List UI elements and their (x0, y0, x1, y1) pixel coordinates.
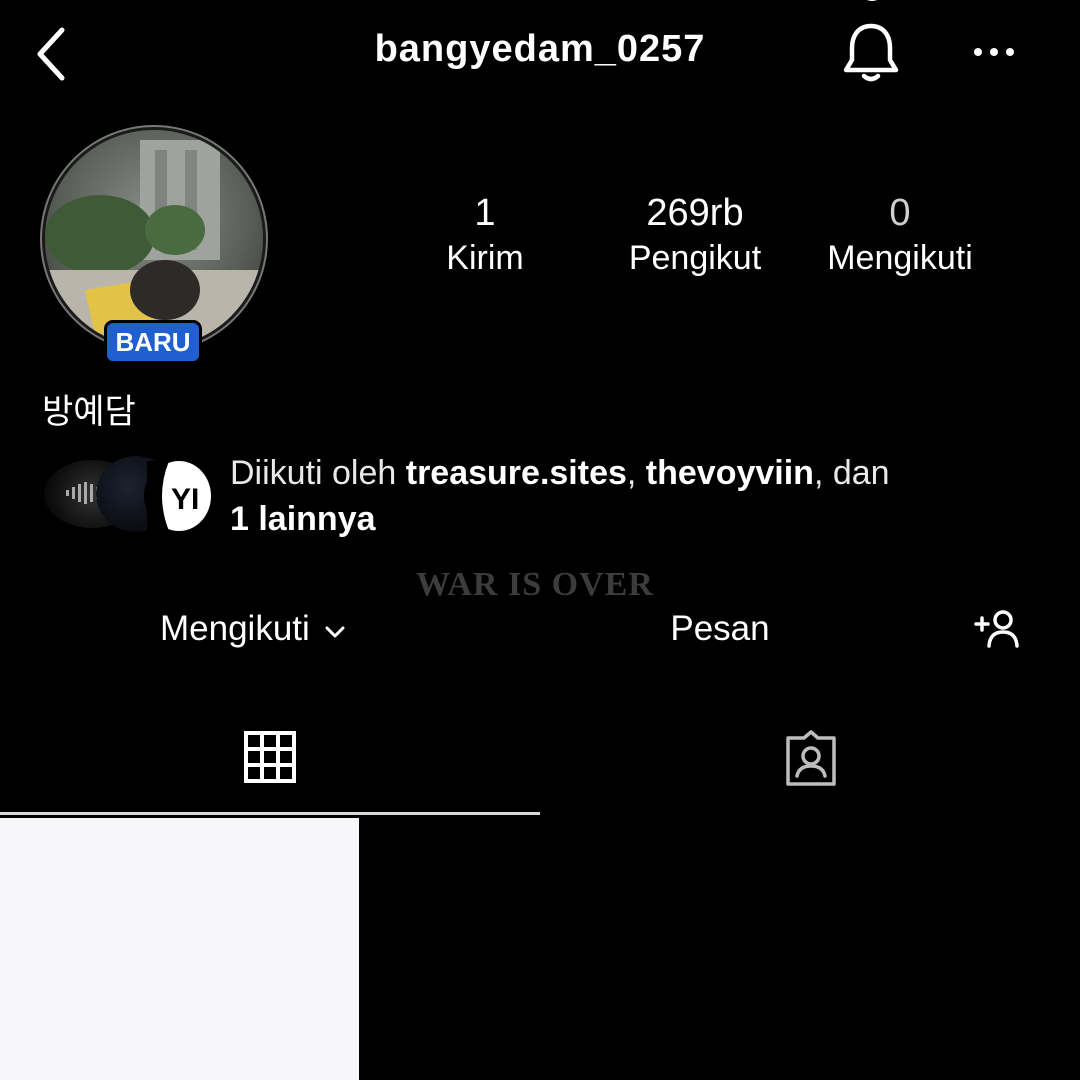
followed-by-user-1[interactable]: treasure.sites (406, 454, 627, 492)
back-icon[interactable] (30, 22, 80, 86)
follower-avatar-3[interactable]: YI (144, 458, 214, 534)
svg-text:YI: YI (171, 483, 199, 516)
profile-avatar[interactable] (45, 130, 263, 348)
followed-by-prefix: Diikuti oleh (230, 454, 406, 492)
following-button[interactable]: Mengikuti (160, 602, 380, 656)
followed-by-suffix: , dan (813, 454, 890, 492)
stat-followers[interactable]: 269rb Pengikut (600, 192, 790, 278)
stat-following[interactable]: 0 Mengikuti (800, 192, 1000, 278)
stat-following-value: 0 (889, 192, 911, 234)
active-tab-indicator (0, 812, 540, 815)
watermark-overlay-text: WAR IS OVER (416, 566, 654, 603)
display-name: 방예담 (42, 393, 136, 431)
add-user-icon[interactable] (972, 608, 1020, 648)
tagged-icon (786, 730, 836, 786)
new-badge: BARU (104, 320, 202, 364)
stat-following-label: Mengikuti (827, 239, 973, 277)
tab-posts-grid[interactable] (0, 720, 540, 814)
stat-posts[interactable]: 1 Kirim (405, 192, 565, 278)
stat-followers-label: Pengikut (628, 239, 762, 277)
stat-posts-value: 1 (474, 192, 496, 234)
stat-followers-value: 269rb (646, 192, 744, 234)
tab-tagged[interactable] (540, 720, 1080, 814)
notification-top-icon (866, 0, 878, 1)
profile-username-title: bangyedam_0257 (374, 28, 706, 70)
avatar-photo (45, 140, 263, 348)
chevron-down-icon (325, 626, 345, 638)
follower-avatar-3-logo: YI (147, 461, 199, 531)
followed-by-user-2[interactable]: thevoyviin (646, 454, 814, 492)
followed-by-text[interactable]: Diikuti oleh treasure.sites, thevoyviin,… (230, 450, 1030, 542)
grid-icon (244, 731, 296, 783)
message-button[interactable]: Pesan (620, 602, 820, 656)
followed-by-sep: , (626, 454, 646, 492)
following-button-label: Mengikuti (160, 609, 310, 648)
followed-by-others[interactable]: 1 lainnya (230, 500, 376, 538)
more-options-icon[interactable] (966, 30, 1022, 70)
bell-icon[interactable] (838, 20, 904, 86)
stat-posts-label: Kirim (446, 239, 524, 277)
post-thumbnail[interactable] (0, 818, 359, 1080)
